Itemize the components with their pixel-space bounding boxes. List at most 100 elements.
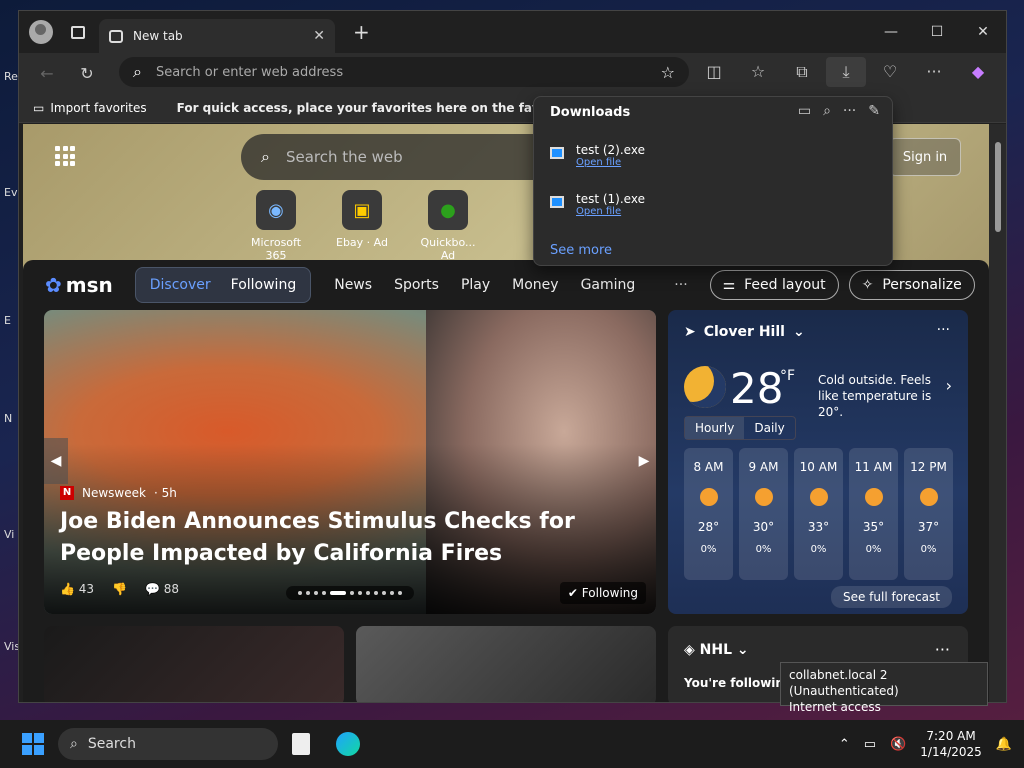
like-button[interactable]: 👍 43 (60, 582, 94, 596)
maximize-icon[interactable]: ☐ (914, 11, 960, 53)
more-nav-icon[interactable]: ··· (674, 277, 687, 293)
address-bar[interactable]: ⌕ Search or enter web address ☆ (119, 57, 689, 87)
sun-icon (809, 488, 828, 506)
taskbar: ⌕ Search ⌃ ▭ 🔇 7:20 AM 1/14/2025 🔔 (0, 720, 1024, 768)
nhl-title[interactable]: ◈ NHL ⌄ (684, 642, 749, 658)
favorite-star-icon[interactable]: ☆ (661, 63, 675, 82)
desktop-icon-label[interactable]: Ev (4, 186, 17, 199)
taskbar-clock[interactable]: 7:20 AM 1/14/2025 (920, 728, 982, 760)
feed-layout-button[interactable]: ⚌ Feed layout (709, 270, 839, 300)
search-icon: ⌕ (261, 147, 270, 166)
see-more-link[interactable]: See more (550, 243, 612, 258)
tab-actions-icon[interactable] (71, 25, 85, 39)
weather-location[interactable]: ➤ Clover Hill ⌄ (684, 324, 805, 340)
browser-essentials-icon[interactable]: ♡ (870, 57, 910, 87)
story-headline[interactable]: Joe Biden Announces Stimulus Checks for … (60, 506, 620, 570)
carousel-indicator[interactable] (286, 586, 414, 600)
quicklink-microsoft-365[interactable]: ◉ Microsoft 365 (243, 190, 309, 262)
copilot-icon[interactable]: ◆ (958, 57, 998, 87)
downloads-icon[interactable]: ⤓ (826, 57, 866, 87)
web-search-input[interactable]: Search the web (286, 148, 403, 166)
story-card[interactable] (356, 626, 656, 702)
carousel-prev-icon[interactable]: ◀ (44, 438, 68, 484)
tab-hourly[interactable]: Hourly (685, 417, 745, 439)
close-tab-icon[interactable]: ✕ (313, 28, 325, 44)
desktop-icon-label[interactable]: N (4, 412, 12, 425)
download-item[interactable]: test (2).exe Open file (550, 143, 645, 168)
apps-launcher-icon[interactable] (55, 146, 75, 166)
desktop-icon-label[interactable]: E (4, 314, 11, 327)
tab-following[interactable]: Following (221, 277, 307, 293)
settings-more-icon[interactable]: ··· (914, 57, 954, 87)
open-file-link[interactable]: Open file (576, 157, 645, 168)
tab-title: New tab (133, 29, 183, 43)
story-reactions: 👍 43 👎 💬 88 (60, 582, 179, 596)
notepad-icon[interactable] (292, 733, 310, 755)
search-icon[interactable]: ⌕ (823, 103, 831, 119)
chevron-right-icon[interactable]: › (946, 376, 952, 395)
hero-story[interactable]: ◀ ▶ N Newsweek · 5h Joe Biden Announces … (44, 310, 656, 614)
following-badge[interactable]: ✔ Following (559, 582, 646, 604)
weather-more-icon[interactable]: ··· (937, 322, 950, 338)
weather-card[interactable]: ➤ Clover Hill ⌄ ··· 28 °F Cold outside. Fe… (668, 310, 968, 614)
source-name: Newsweek (82, 486, 146, 500)
search-icon: ⌕ (70, 736, 78, 752)
download-item[interactable]: test (1).exe Open file (550, 192, 645, 217)
tab-daily[interactable]: Daily (744, 417, 794, 439)
favorites-icon[interactable]: ☆ (738, 57, 778, 87)
network-tooltip: collabnet.local 2 (Unauthenticated) Inte… (780, 662, 988, 714)
new-tab-plus-icon[interactable]: + (353, 20, 370, 44)
notification-bell-icon[interactable]: 🔔 (996, 737, 1012, 752)
nav-play[interactable]: Play (461, 277, 490, 293)
temp-unit: °F (780, 368, 796, 384)
nav-money[interactable]: Money (512, 277, 558, 293)
quicklink-label: Microsoft 365 (250, 236, 302, 262)
close-window-icon[interactable]: ✕ (960, 11, 1006, 53)
windows-start-icon[interactable] (22, 733, 44, 755)
split-screen-icon[interactable]: ◫ (694, 57, 734, 87)
taskbar-search[interactable]: ⌕ Search (58, 728, 278, 760)
hour-item[interactable]: 8 AM 28° 0% (684, 448, 733, 580)
hour-item[interactable]: 12 PM 37° 0% (904, 448, 953, 580)
carousel-next-icon[interactable]: ▶ (632, 438, 656, 484)
edge-icon[interactable] (336, 732, 360, 756)
open-folder-icon[interactable]: ▭ (798, 103, 811, 119)
desktop-icon-label[interactable]: Vi (4, 528, 14, 541)
download-filename: test (1).exe (576, 192, 645, 206)
dislike-icon[interactable]: 👎 (112, 582, 127, 596)
tab-discover[interactable]: Discover (140, 277, 221, 293)
page-scrollbar[interactable] (989, 124, 1006, 702)
msn-logo[interactable]: ✿ msn (45, 273, 113, 297)
browser-window: New tab ✕ + — ☐ ✕ ← ↻ ⌕ Search or enter … (18, 10, 1007, 703)
nav-sports[interactable]: Sports (394, 277, 439, 293)
more-options-icon[interactable]: ··· (843, 103, 856, 119)
quicklink-ebay[interactable]: ▣ Ebay · Ad (329, 190, 395, 262)
network-icon[interactable]: ▭ (864, 737, 876, 752)
hour-item[interactable]: 11 AM 35° 0% (849, 448, 898, 580)
desktop-icon-label[interactable]: Re (4, 70, 18, 83)
volume-muted-icon[interactable]: 🔇 (890, 737, 906, 752)
story-card[interactable] (44, 626, 344, 702)
nav-news[interactable]: News (334, 277, 372, 293)
hour-item[interactable]: 9 AM 30° 0% (739, 448, 788, 580)
profile-avatar-icon[interactable] (29, 20, 53, 44)
sign-in-button[interactable]: Sign in (889, 138, 961, 176)
nav-gaming[interactable]: Gaming (581, 277, 636, 293)
hour-item[interactable]: 10 AM 33° 0% (794, 448, 843, 580)
tab-new-tab[interactable]: New tab ✕ (99, 19, 335, 53)
import-favorites-button[interactable]: ▭ Import favorites (33, 101, 147, 115)
see-full-forecast-button[interactable]: See full forecast (830, 586, 952, 608)
weather-description: Cold outside. Feels like temperature is … (818, 373, 932, 419)
quicklink-quickbooks[interactable]: ● Quickbo... Ad (415, 190, 481, 262)
address-input[interactable]: Search or enter web address (156, 65, 661, 80)
minimize-icon[interactable]: — (868, 11, 914, 53)
refresh-icon[interactable]: ↻ (73, 64, 101, 83)
collections-icon[interactable]: ⧉ (782, 57, 822, 87)
chevron-up-icon[interactable]: ⌃ (839, 737, 850, 752)
pin-icon[interactable]: ✎ (868, 103, 880, 119)
personalize-button[interactable]: ✧ Personalize (848, 270, 975, 300)
open-file-link[interactable]: Open file (576, 206, 645, 217)
comment-button[interactable]: 💬 88 (145, 582, 179, 596)
back-arrow-icon[interactable]: ← (33, 64, 61, 83)
nhl-more-icon[interactable]: ··· (935, 640, 950, 659)
